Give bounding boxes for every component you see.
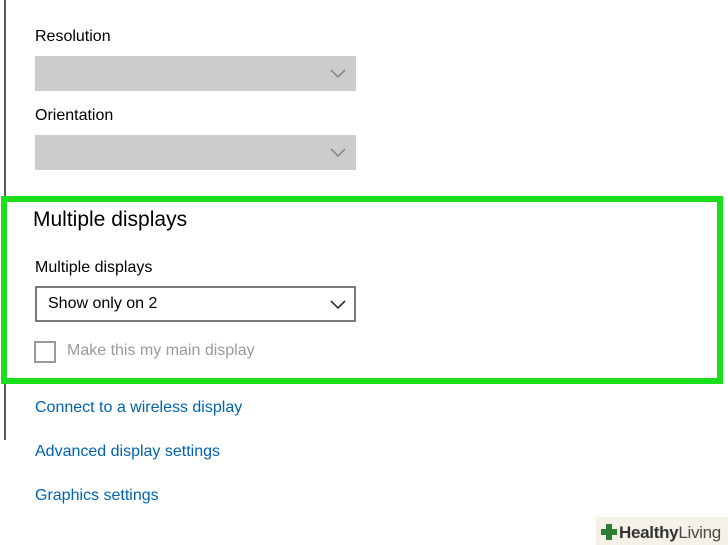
graphics-settings-link[interactable]: Graphics settings (35, 487, 159, 505)
main-display-checkbox[interactable] (34, 341, 56, 363)
chevron-down-icon (330, 300, 346, 310)
plus-logo-icon (601, 524, 617, 540)
multiple-displays-label: Multiple displays (35, 259, 153, 276)
watermark-brand-light: Living (678, 523, 721, 542)
resolution-dropdown[interactable] (35, 56, 356, 91)
multiple-displays-select[interactable]: Show only on 2 (35, 286, 356, 322)
resolution-label: Resolution (35, 28, 111, 45)
orientation-dropdown[interactable] (35, 135, 356, 170)
selected-value: Show only on 2 (48, 295, 158, 312)
watermark-text: HealthyLiving (619, 523, 721, 543)
wireless-display-link[interactable]: Connect to a wireless display (35, 399, 242, 417)
multiple-displays-heading: Multiple displays (33, 208, 188, 231)
watermark-brand-bold: Healthy (619, 523, 679, 542)
cut-off-link (56, 0, 226, 4)
chevron-down-icon (330, 148, 346, 158)
advanced-display-settings-link[interactable]: Advanced display settings (35, 443, 220, 461)
chevron-down-icon (330, 69, 346, 79)
main-display-checkbox-label: Make this my main display (67, 342, 255, 359)
orientation-label: Orientation (35, 107, 114, 124)
